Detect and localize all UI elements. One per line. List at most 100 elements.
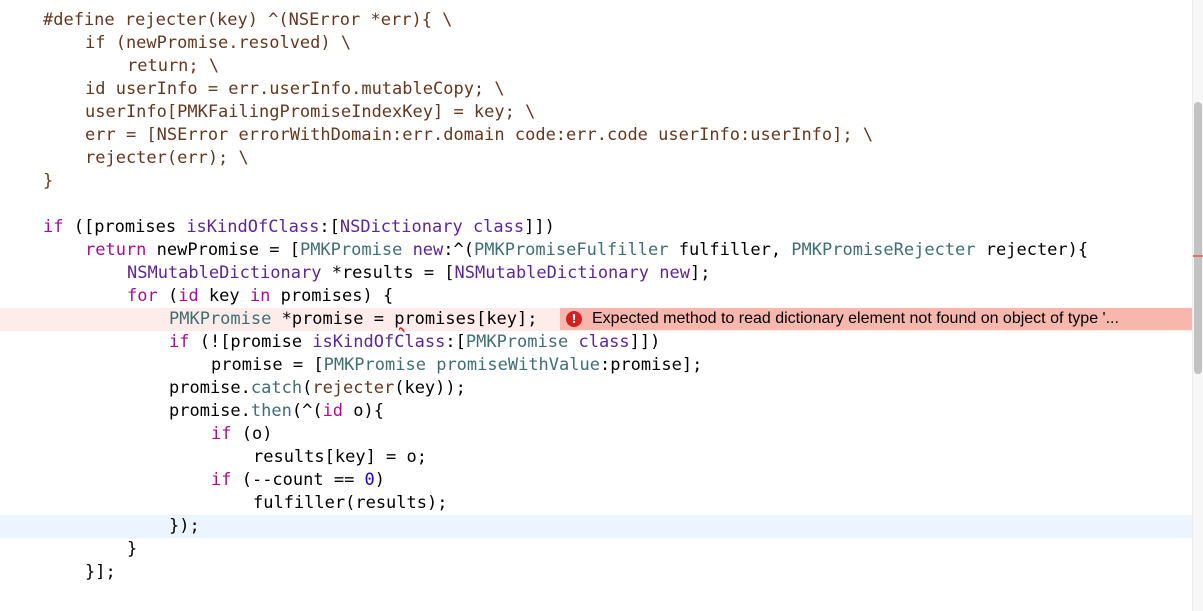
code-token: PMKPromise: [323, 355, 426, 375]
code-token: fulfiller,: [668, 240, 792, 260]
code-token: then: [250, 401, 292, 421]
code-token: ]]): [629, 332, 661, 352]
code-token: PMKPromise: [465, 332, 569, 352]
error-circle-icon: !: [566, 311, 582, 327]
code-token: NSMutableDictionary: [127, 263, 322, 283]
code-text: promise = [PMKPromise promiseWithValue:p…: [211, 354, 702, 377]
code-line[interactable]: return; \: [0, 55, 1192, 78]
code-text: }: [43, 170, 53, 193]
code-token: :promise];: [599, 355, 703, 375]
code-token: isKindOfClass: [312, 332, 446, 352]
code-text: if (newPromise.resolved) \: [85, 32, 351, 55]
code-text: return; \: [127, 55, 219, 78]
code-token: if: [211, 424, 232, 444]
code-token: }: [43, 171, 54, 191]
code-line[interactable]: }: [0, 170, 1192, 193]
code-text: rejecter(err); \: [85, 147, 249, 170]
code-token: promise.: [169, 401, 251, 421]
code-token: NSMutableDictionary: [454, 263, 649, 283]
code-token: ]]): [524, 217, 555, 237]
code-line[interactable]: NSMutableDictionary *results = [NSMutabl…: [0, 262, 1192, 285]
code-token: :^(: [443, 240, 474, 260]
code-editor[interactable]: #define rejecter(key) ^(NSError *err){ \…: [0, 0, 1203, 611]
code-token: rejecter(err); \: [85, 148, 249, 168]
code-line[interactable]: return newPromise = [PMKPromise new:^(PM…: [0, 239, 1192, 262]
code-token: #define rejecter(key) ^(NSError *err){ \: [43, 10, 453, 30]
code-token: :[: [319, 217, 340, 237]
code-token: id userInfo = err.userInfo.mutableCopy; …: [85, 79, 505, 99]
code-token: promises) {: [270, 286, 394, 306]
code-text: results[key] = o;: [253, 446, 427, 469]
code-token: :[: [445, 332, 466, 352]
code-line[interactable]: });: [0, 515, 1192, 538]
code-text: if (o): [211, 423, 272, 446]
code-line[interactable]: if ([promises isKindOfClass:[NSDictionar…: [0, 216, 1192, 239]
code-line[interactable]: userInfo[PMKFailingPromiseIndexKey] = ke…: [0, 101, 1192, 124]
code-line[interactable]: promise.catch(rejecter(key));: [0, 377, 1192, 400]
code-line[interactable]: promise.then(^(id o){: [0, 400, 1192, 423]
code-text: #define rejecter(key) ^(NSError *err){ \: [43, 9, 452, 32]
code-token: if (newPromise.resolved) \: [85, 33, 352, 53]
code-text: PMKPromise *promise = promises[key];: [169, 308, 538, 331]
code-token: if: [169, 332, 190, 352]
code-token: (: [157, 286, 179, 306]
code-token: promise = [: [211, 355, 324, 375]
code-line[interactable]: id userInfo = err.userInfo.mutableCopy; …: [0, 78, 1192, 101]
code-line[interactable]: }];: [0, 561, 1192, 584]
code-line[interactable]: [0, 193, 1192, 216]
code-line[interactable]: promise = [PMKPromise promiseWithValue:p…: [0, 354, 1192, 377]
inline-error-banner[interactable]: ! Expected method to read dictionary ele…: [560, 308, 1192, 330]
code-token: *results = [: [321, 263, 455, 283]
code-token: }: [127, 539, 138, 559]
error-marker: [1193, 255, 1203, 257]
code-line[interactable]: err = [NSError errorWithDomain:err.domai…: [0, 124, 1192, 147]
code-token: PMKPromiseFulfiller: [474, 240, 669, 260]
code-token: err = [NSError errorWithDomain:err.domai…: [85, 125, 874, 145]
code-token: class: [578, 332, 630, 352]
code-token: rejecter){: [975, 240, 1089, 260]
scrollbar-thumb[interactable]: [1194, 102, 1202, 374]
code-token: isKindOfClass: [186, 217, 320, 237]
code-line[interactable]: #define rejecter(key) ^(NSError *err){ \: [0, 9, 1192, 32]
code-line[interactable]: PMKPromise *promise = promises[key]; ! E…: [0, 308, 1192, 331]
code-token: (^(: [291, 401, 323, 421]
code-token: in: [249, 286, 271, 306]
code-line[interactable]: if (![promise isKindOfClass:[PMKPromise …: [0, 331, 1192, 354]
code-token: if: [43, 217, 64, 237]
code-token: ): [374, 470, 386, 490]
code-token: (![promise: [189, 332, 313, 352]
code-text: NSMutableDictionary *results = [NSMutabl…: [127, 262, 710, 285]
code-line[interactable]: }: [0, 538, 1192, 561]
code-line[interactable]: if (--count == 0): [0, 469, 1192, 492]
code-token: PMKPromiseRejecter: [791, 240, 976, 260]
code-token: romises[key];: [404, 309, 538, 329]
code-line[interactable]: for (id key in promises) {: [0, 285, 1192, 308]
code-text: });: [169, 515, 200, 538]
error-message: Expected method to read dictionary eleme…: [592, 310, 1119, 327]
code-line[interactable]: if (o): [0, 423, 1192, 446]
code-token: (key));: [394, 378, 466, 398]
code-token: new: [412, 240, 444, 260]
code-token: promise.: [169, 378, 251, 398]
code-line[interactable]: results[key] = o;: [0, 446, 1192, 469]
code-token: ];: [689, 263, 711, 283]
code-text: for (id key in promises) {: [127, 285, 393, 308]
code-text: if (![promise isKindOfClass:[PMKPromise …: [169, 331, 660, 354]
code-token: userInfo[PMKFailingPromiseIndexKey] = ke…: [85, 102, 536, 122]
code-line[interactable]: if (newPromise.resolved) \: [0, 32, 1192, 55]
code-token: ([promises: [63, 217, 187, 237]
code-token: fulfiller(results);: [253, 493, 448, 513]
code-line[interactable]: rejecter(err); \: [0, 147, 1192, 170]
vertical-scrollbar[interactable]: [1192, 0, 1203, 611]
code-token: o){: [343, 401, 384, 421]
code-line[interactable]: fulfiller(results);: [0, 492, 1192, 515]
code-text: return newPromise = [PMKPromise new:^(PM…: [85, 239, 1088, 262]
code-text: id userInfo = err.userInfo.mutableCopy; …: [85, 78, 505, 101]
code-token: newPromise = [: [146, 240, 300, 260]
code-token: });: [169, 516, 200, 536]
code-token: catch: [250, 378, 303, 398]
code-token: promiseWithValue: [436, 355, 600, 375]
